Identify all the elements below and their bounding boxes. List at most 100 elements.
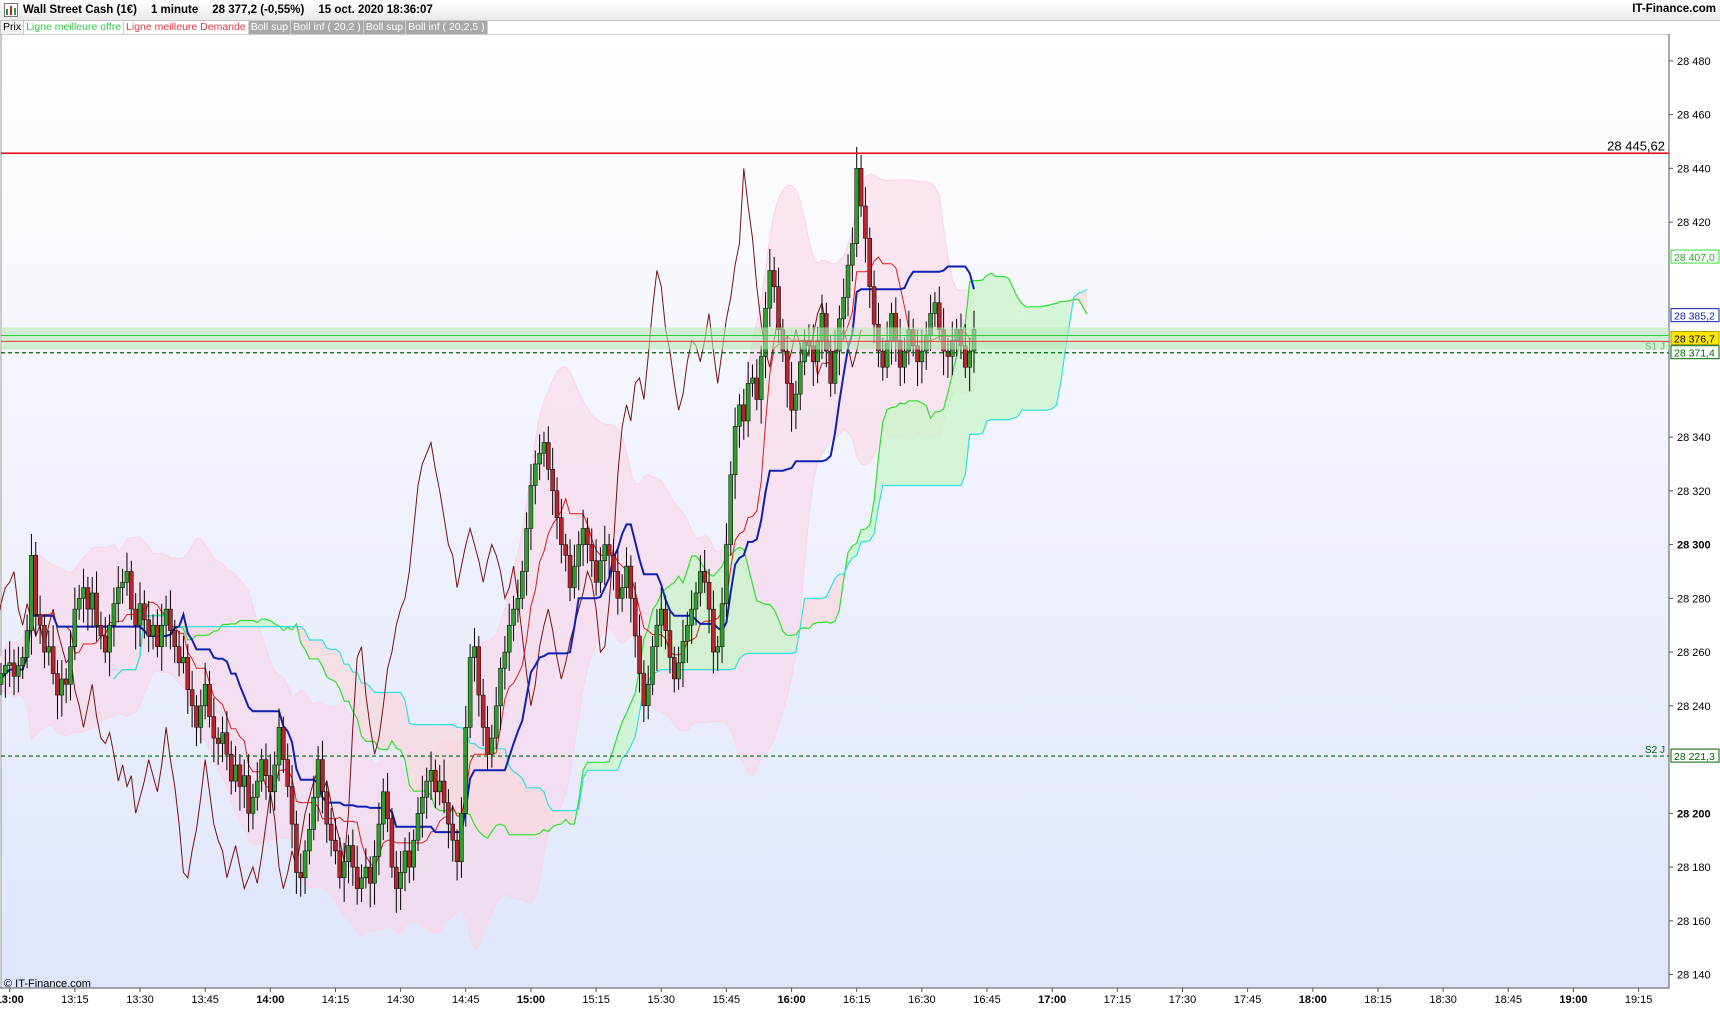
candle-body[interactable] (737, 404, 742, 427)
candle-body[interactable] (424, 780, 429, 798)
candle-body[interactable] (333, 839, 338, 852)
candle-body[interactable] (363, 866, 369, 879)
candle-body[interactable] (615, 571, 621, 599)
candle-body[interactable] (307, 829, 312, 852)
candle-body[interactable] (784, 350, 790, 384)
candle-body[interactable] (719, 603, 725, 647)
candle-body[interactable] (654, 624, 660, 647)
candle-body[interactable] (103, 635, 108, 653)
candle-body[interactable] (902, 350, 907, 368)
legend-item-3[interactable]: Boll sup (248, 20, 292, 34)
candle-body[interactable] (771, 270, 777, 287)
candle-body[interactable] (454, 839, 460, 862)
candle-body[interactable] (745, 383, 751, 422)
candle-body[interactable] (385, 791, 390, 819)
candle-body[interactable] (402, 850, 408, 873)
candle-body[interactable] (181, 657, 186, 664)
candle-body[interactable] (858, 168, 864, 207)
candle-body[interactable] (215, 737, 221, 744)
candle-body[interactable] (528, 485, 534, 529)
candle-body[interactable] (863, 205, 868, 239)
candle-body[interactable] (485, 727, 490, 755)
candle-body[interactable] (237, 764, 243, 787)
candle-body[interactable] (724, 544, 729, 604)
candle-body[interactable] (598, 560, 603, 583)
candle-body[interactable] (854, 168, 859, 244)
candle-body[interactable] (63, 678, 69, 685)
candle-body[interactable] (489, 737, 495, 755)
candle-body[interactable] (129, 571, 134, 610)
candle-body[interactable] (159, 624, 164, 647)
candle-body[interactable] (33, 555, 38, 615)
candle-body[interactable] (506, 624, 512, 653)
candle-body[interactable] (176, 646, 182, 664)
candle-body[interactable] (871, 286, 877, 325)
candle-body[interactable] (563, 544, 568, 556)
candle-body[interactable] (793, 393, 799, 411)
candle-body[interactable] (211, 716, 217, 739)
timeframe-label[interactable]: 1 minute (151, 4, 198, 16)
candle-body[interactable] (411, 839, 416, 868)
candle-body[interactable] (55, 673, 60, 696)
candle-body[interactable] (315, 759, 321, 798)
candle-body[interactable] (259, 759, 264, 782)
candle-body[interactable] (189, 689, 195, 707)
candle-body[interactable] (68, 646, 73, 685)
candle-body[interactable] (168, 608, 173, 631)
candle-body[interactable] (76, 598, 82, 610)
candle-body[interactable] (546, 442, 551, 470)
candle-body[interactable] (776, 286, 781, 330)
candle-body[interactable] (428, 770, 434, 782)
legend-item-5[interactable]: Boll sup (363, 20, 407, 34)
candle-body[interactable] (46, 646, 52, 653)
candle-body[interactable] (224, 732, 230, 755)
candle-body[interactable] (446, 802, 451, 825)
candle-body[interactable] (407, 850, 412, 868)
candle-body[interactable] (732, 426, 738, 475)
candle-body[interactable] (798, 361, 803, 395)
candle-body[interactable] (124, 571, 130, 583)
candle-body[interactable] (593, 560, 599, 583)
candle-body[interactable] (346, 845, 351, 862)
candle-body[interactable] (750, 377, 755, 384)
candle-body[interactable] (459, 813, 464, 862)
candle-body[interactable] (294, 823, 299, 873)
candle-body[interactable] (281, 727, 286, 760)
candle-body[interactable] (37, 614, 43, 626)
candle-body[interactable] (311, 796, 316, 830)
candle-body[interactable] (689, 608, 694, 626)
candle-body[interactable] (832, 350, 838, 384)
candle-body[interactable] (628, 565, 634, 599)
candle-body[interactable] (619, 587, 625, 599)
candle-body[interactable] (207, 684, 212, 717)
candle-body[interactable] (698, 571, 703, 594)
legend-item-0[interactable]: Prix (0, 19, 25, 35)
candle-body[interactable] (659, 608, 664, 626)
candle-body[interactable] (467, 657, 473, 728)
candle-body[interactable] (715, 646, 720, 653)
candle-body[interactable] (437, 780, 442, 793)
candle-body[interactable] (289, 786, 295, 825)
candle-body[interactable] (611, 555, 616, 572)
candle-body[interactable] (415, 813, 421, 841)
candle-body[interactable] (441, 780, 447, 803)
candle-body[interactable] (381, 791, 386, 825)
candle-body[interactable] (502, 651, 508, 669)
candle-body[interactable] (324, 791, 330, 825)
candle-body[interactable] (585, 528, 590, 545)
candle-body[interactable] (841, 297, 846, 320)
candle-body[interactable] (354, 866, 360, 889)
candle-body[interactable] (572, 565, 577, 588)
candle-body[interactable] (107, 624, 112, 653)
candle-body[interactable] (155, 624, 160, 647)
candle-body[interactable] (398, 872, 403, 889)
candle-body[interactable] (142, 603, 147, 621)
candle-body[interactable] (341, 861, 347, 879)
candle-body[interactable] (276, 727, 282, 766)
candle-body[interactable] (433, 770, 438, 793)
candle-body[interactable] (741, 404, 747, 422)
candle-body[interactable] (758, 356, 764, 400)
candle-body[interactable] (498, 667, 503, 707)
candle-body[interactable] (680, 641, 686, 664)
candle-body[interactable] (676, 662, 681, 680)
